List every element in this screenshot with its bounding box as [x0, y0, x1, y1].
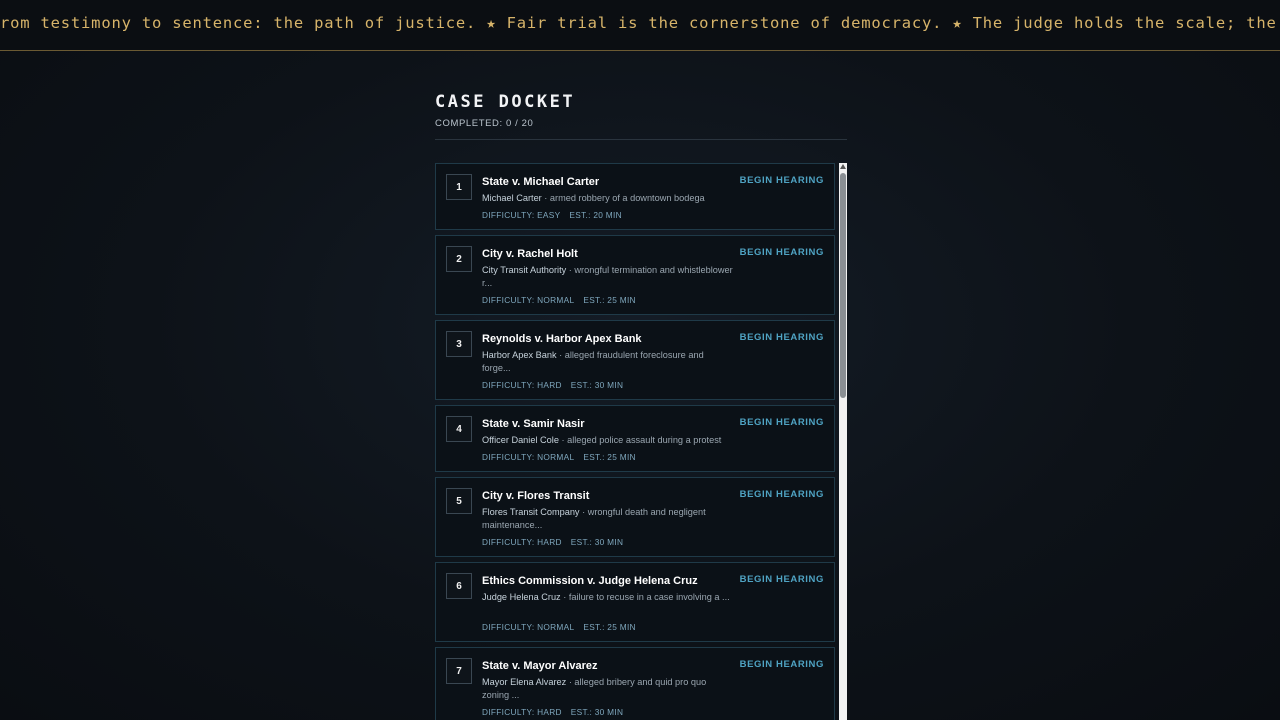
case-description: Mayor Elena Alvarez · alleged bribery an… — [482, 676, 734, 702]
completed-counter: COMPLETED: 0 / 20 — [435, 118, 534, 129]
case-number: 7 — [446, 658, 472, 684]
case-description: Officer Daniel Cole · alleged police ass… — [482, 434, 734, 447]
case-title: Ethics Commission v. Judge Helena Cruz — [482, 575, 698, 587]
case-summary: · alleged police assault during a protes… — [558, 435, 722, 445]
begin-hearing-button[interactable]: BEGIN HEARING — [740, 574, 824, 585]
begin-hearing-button[interactable]: BEGIN HEARING — [740, 659, 824, 670]
case-card[interactable]: 1 State v. Michael Carter Michael Carter… — [435, 163, 835, 230]
case-title: City v. Rachel Holt — [482, 248, 578, 260]
case-party: Mayor Elena Alvarez — [482, 677, 567, 687]
case-party: Officer Daniel Cole — [482, 435, 559, 445]
case-summary: · armed robbery of a downtown bodega — [541, 193, 705, 203]
case-summary: · failure to recuse in a case involving … — [560, 592, 730, 602]
case-meta: DIFFICULTY: HARD EST.: 30 MIN — [482, 537, 632, 547]
case-card[interactable]: 5 City v. Flores Transit Flores Transit … — [435, 477, 835, 557]
case-number: 5 — [446, 488, 472, 514]
scroll-thumb[interactable] — [840, 173, 846, 398]
case-party: City Transit Authority — [482, 265, 567, 275]
case-meta: DIFFICULTY: EASY EST.: 20 MIN — [482, 210, 631, 220]
case-number: 6 — [446, 573, 472, 599]
case-party: Michael Carter — [482, 193, 542, 203]
case-meta: DIFFICULTY: HARD EST.: 30 MIN — [482, 707, 632, 717]
begin-hearing-button[interactable]: BEGIN HEARING — [740, 417, 824, 428]
case-description: Harbor Apex Bank · alleged fraudulent fo… — [482, 349, 734, 375]
case-meta: DIFFICULTY: NORMAL EST.: 25 MIN — [482, 622, 645, 632]
case-difficulty: DIFFICULTY: NORMAL — [482, 622, 575, 632]
header-divider — [435, 139, 847, 140]
scrollbar[interactable] — [839, 163, 847, 720]
case-title: State v. Mayor Alvarez — [482, 660, 598, 672]
case-card[interactable]: 2 City v. Rachel Holt City Transit Autho… — [435, 235, 835, 315]
case-description: Michael Carter · armed robbery of a down… — [482, 192, 734, 205]
case-card[interactable]: 7 State v. Mayor Alvarez Mayor Elena Alv… — [435, 647, 835, 720]
case-difficulty: DIFFICULTY: HARD — [482, 380, 562, 390]
case-number: 3 — [446, 331, 472, 357]
case-estimate: EST.: 25 MIN — [583, 452, 636, 462]
ticker-text: rom testimony to sentence: the path of j… — [0, 14, 1280, 32]
case-estimate: EST.: 30 MIN — [570, 537, 624, 547]
case-card[interactable]: 4 State v. Samir Nasir Officer Daniel Co… — [435, 405, 835, 472]
begin-hearing-button[interactable]: BEGIN HEARING — [740, 175, 824, 186]
scroll-up-icon[interactable] — [840, 164, 846, 169]
case-party: Harbor Apex Bank — [482, 350, 557, 360]
case-description: City Transit Authority · wrongful termin… — [482, 264, 734, 290]
case-party: Judge Helena Cruz — [482, 592, 561, 602]
case-card[interactable]: 6 Ethics Commission v. Judge Helena Cruz… — [435, 562, 835, 642]
case-title: State v. Michael Carter — [482, 176, 600, 188]
case-estimate: EST.: 20 MIN — [569, 210, 622, 220]
begin-hearing-button[interactable]: BEGIN HEARING — [740, 332, 824, 343]
quote-ticker: rom testimony to sentence: the path of j… — [0, 0, 1280, 51]
case-list: 1 State v. Michael Carter Michael Carter… — [435, 163, 847, 720]
case-difficulty: DIFFICULTY: NORMAL — [482, 452, 575, 462]
case-estimate: EST.: 30 MIN — [570, 380, 624, 390]
case-description: Judge Helena Cruz · failure to recuse in… — [482, 591, 734, 604]
case-title: Reynolds v. Harbor Apex Bank — [482, 333, 642, 345]
case-estimate: EST.: 25 MIN — [583, 622, 636, 632]
begin-hearing-button[interactable]: BEGIN HEARING — [740, 247, 824, 258]
begin-hearing-button[interactable]: BEGIN HEARING — [740, 489, 824, 500]
case-description: Flores Transit Company · wrongful death … — [482, 506, 734, 532]
case-number: 1 — [446, 174, 472, 200]
case-meta: DIFFICULTY: NORMAL EST.: 25 MIN — [482, 295, 645, 305]
case-title: State v. Samir Nasir — [482, 418, 585, 430]
case-difficulty: DIFFICULTY: HARD — [482, 707, 562, 717]
case-estimate: EST.: 25 MIN — [583, 295, 636, 305]
case-docket-header: CASE DOCKET COMPLETED: 0 / 20 — [435, 92, 847, 140]
case-difficulty: DIFFICULTY: HARD — [482, 537, 562, 547]
case-number: 4 — [446, 416, 472, 442]
case-difficulty: DIFFICULTY: NORMAL — [482, 295, 575, 305]
case-difficulty: DIFFICULTY: EASY — [482, 210, 561, 220]
case-party: Flores Transit Company — [482, 507, 580, 517]
page-title: CASE DOCKET — [435, 92, 576, 112]
case-meta: DIFFICULTY: HARD EST.: 30 MIN — [482, 380, 632, 390]
case-title: City v. Flores Transit — [482, 490, 590, 502]
case-meta: DIFFICULTY: NORMAL EST.: 25 MIN — [482, 452, 645, 462]
case-number: 2 — [446, 246, 472, 272]
case-card[interactable]: 3 Reynolds v. Harbor Apex Bank Harbor Ap… — [435, 320, 835, 400]
case-estimate: EST.: 30 MIN — [570, 707, 624, 717]
